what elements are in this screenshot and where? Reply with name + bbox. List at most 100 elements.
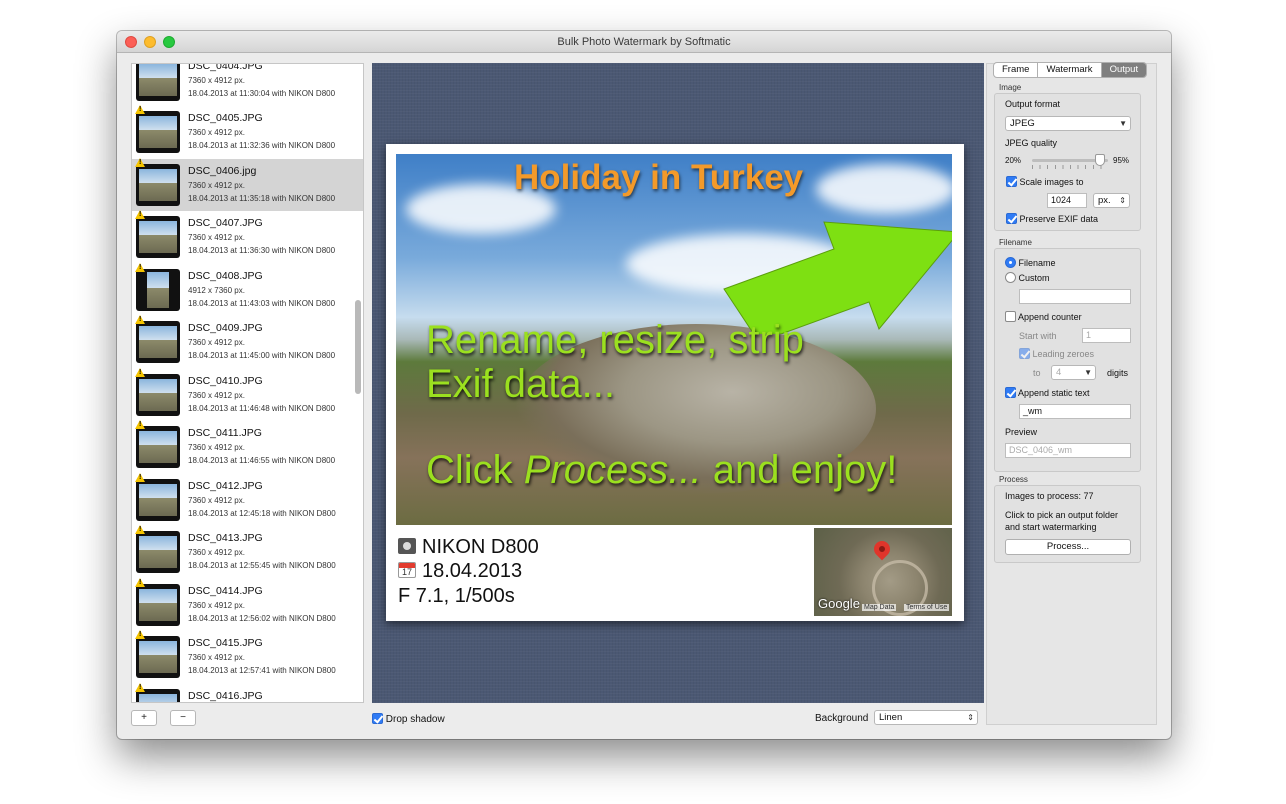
preserve-exif-option[interactable]: Preserve EXIF data xyxy=(1006,213,1098,224)
photo-thumbnail xyxy=(136,269,180,311)
updown-icon: ⇕ xyxy=(967,713,974,722)
tab-watermark[interactable]: Watermark xyxy=(1038,63,1102,77)
thumb-land xyxy=(139,445,177,463)
file-dimensions: 7360 x 4912 px. xyxy=(188,496,245,505)
scale-images-checkbox[interactable] xyxy=(1006,176,1017,187)
thumb-land xyxy=(139,78,177,96)
thumb-land xyxy=(147,288,169,308)
file-date: 18.04.2013 at 12:55:45 with NIKON D800 xyxy=(188,561,336,570)
scale-size-input[interactable]: 1024 xyxy=(1047,193,1087,208)
list-item[interactable]: ! DSC_0415.JPG 7360 x 4912 px. 18.04.2013 a… xyxy=(132,630,363,683)
custom-option-label: Custom xyxy=(1018,273,1050,283)
thumb-sky xyxy=(139,169,177,183)
thumb-sky xyxy=(139,536,177,550)
custom-name-input[interactable] xyxy=(1019,289,1131,304)
tab-frame[interactable]: Frame xyxy=(994,63,1039,77)
photo-thumbnail xyxy=(136,426,180,468)
digits-select[interactable]: 4 ▼ xyxy=(1051,365,1096,380)
file-list[interactable]: DSC_0404.JPG 7360 x 4912 px. 18.04.2013 at… xyxy=(131,63,364,703)
preview-photo: Holiday in Turkey Rename, resize, strip … xyxy=(396,154,952,525)
drop-shadow-checkbox[interactable] xyxy=(372,713,383,724)
photo-thumbnail xyxy=(136,374,180,416)
close-button[interactable] xyxy=(125,36,137,48)
list-item[interactable]: ! DSC_0406.jpg 7360 x 4912 px. 18.04.2013 a… xyxy=(132,158,363,211)
list-item[interactable]: ! DSC_0407.JPG 7360 x 4912 px. 18.04.2013 a… xyxy=(132,210,363,263)
photo-thumbnail xyxy=(136,321,180,363)
thumb-land xyxy=(139,393,177,411)
map-pin-icon xyxy=(870,537,894,561)
list-item[interactable]: ! DSC_0408.JPG 4912 x 7360 px. 18.04.2013 a… xyxy=(132,263,363,316)
output-format-select[interactable]: JPEG ▼ xyxy=(1005,116,1131,131)
window-title: Bulk Photo Watermark by Softmatic xyxy=(557,36,731,48)
digits-value: 4 xyxy=(1056,367,1062,378)
thumb-land xyxy=(139,130,177,148)
append-counter-option[interactable]: Append counter xyxy=(1005,311,1082,322)
list-item[interactable]: ! DSC_0409.JPG 7360 x 4912 px. 18.04.2013 a… xyxy=(132,315,363,368)
filename-option[interactable]: Filename xyxy=(1005,257,1056,268)
calendar-day: 17 xyxy=(402,567,413,577)
tab-output[interactable]: Output xyxy=(1101,63,1147,77)
file-name: DSC_0409.JPG xyxy=(188,322,263,334)
drop-shadow-option[interactable]: Drop shadow xyxy=(372,713,445,725)
background-select[interactable]: Linen ⇕ xyxy=(874,710,978,725)
file-dimensions: 7360 x 4912 px. xyxy=(188,233,245,242)
minimize-button[interactable] xyxy=(144,36,156,48)
warning-icon: ! xyxy=(135,420,145,429)
scale-unit-value: px. xyxy=(1098,195,1111,206)
preserve-exif-checkbox[interactable] xyxy=(1006,213,1017,224)
warning-icon: ! xyxy=(135,525,145,534)
file-name: DSC_0412.JPG xyxy=(188,480,263,492)
file-dimensions: 7360 x 4912 px. xyxy=(188,653,245,662)
list-item[interactable]: ! DSC_0410.JPG 7360 x 4912 px. 18.04.2013 a… xyxy=(132,368,363,421)
list-item[interactable]: ! DSC_0405.JPG 7360 x 4912 px. 18.04.2013 a… xyxy=(132,105,363,158)
append-counter-checkbox[interactable] xyxy=(1005,311,1016,322)
background-label: Background xyxy=(815,713,869,724)
leading-zeroes-checkbox[interactable] xyxy=(1019,348,1030,359)
camera-icon xyxy=(398,538,416,554)
list-item[interactable]: ! DSC_0416.JPG xyxy=(132,683,363,702)
output-format-label: Output format xyxy=(1005,99,1061,109)
jpeg-quality-slider[interactable] xyxy=(1032,154,1108,166)
preview-label: Preview xyxy=(1005,427,1038,437)
list-item[interactable]: ! DSC_0414.JPG 7360 x 4912 px. 18.04.2013 a… xyxy=(132,578,363,631)
file-dimensions: 7360 x 4912 px. xyxy=(188,338,245,347)
list-item[interactable]: ! DSC_0412.JPG 7360 x 4912 px. 18.04.2013 a… xyxy=(132,473,363,526)
add-files-button[interactable]: + xyxy=(131,710,157,726)
list-item[interactable]: ! DSC_0413.JPG 7360 x 4912 px. 18.04.2013 a… xyxy=(132,525,363,578)
thumb-sky xyxy=(139,694,177,702)
append-static-checkbox[interactable] xyxy=(1005,387,1016,398)
list-item[interactable]: ! DSC_0411.JPG 7360 x 4912 px. 18.04.2013 a… xyxy=(132,420,363,473)
zoom-button[interactable] xyxy=(163,36,175,48)
custom-radio[interactable] xyxy=(1005,272,1016,283)
photo-thumbnail xyxy=(136,531,180,573)
remove-files-button[interactable]: − xyxy=(170,710,196,726)
thumb-sky xyxy=(139,326,177,340)
start-with-input[interactable]: 1 xyxy=(1082,328,1131,343)
scale-unit-select[interactable]: px. ⇕ xyxy=(1093,193,1130,208)
photo-thumbnail xyxy=(136,64,180,101)
leading-zeroes-option[interactable]: Leading zeroes xyxy=(1019,348,1094,359)
settings-tabs[interactable]: Frame Watermark Output xyxy=(993,62,1148,78)
custom-option[interactable]: Custom xyxy=(1005,272,1050,283)
warning-icon: ! xyxy=(135,158,145,167)
quality-max-label: 95% xyxy=(1113,156,1130,165)
warning-icon: ! xyxy=(135,683,145,692)
images-count: Images to process: 77 xyxy=(1005,491,1094,501)
photo-thumbnail xyxy=(136,111,180,153)
process-button[interactable]: Process... xyxy=(1005,539,1131,555)
static-text-input[interactable]: _wm xyxy=(1019,404,1131,419)
quality-min-label: 20% xyxy=(1005,156,1022,165)
file-dimensions: 7360 x 4912 px. xyxy=(188,391,245,400)
updown-icon: ⇕ xyxy=(1119,196,1126,205)
scale-images-option[interactable]: Scale images to xyxy=(1006,176,1084,187)
calendar-icon: 17 xyxy=(398,562,416,578)
filename-radio[interactable] xyxy=(1005,257,1016,268)
thumb-sky xyxy=(139,116,177,130)
app-window: Bulk Photo Watermark by Softmatic DSC_04… xyxy=(117,31,1171,739)
warning-icon: ! xyxy=(135,210,145,219)
list-item[interactable]: DSC_0404.JPG 7360 x 4912 px. 18.04.2013 at… xyxy=(132,64,363,106)
file-name: DSC_0414.JPG xyxy=(188,585,263,597)
background-value: Linen xyxy=(879,712,903,723)
warning-icon: ! xyxy=(135,630,145,639)
append-static-option[interactable]: Append static text xyxy=(1005,387,1090,398)
